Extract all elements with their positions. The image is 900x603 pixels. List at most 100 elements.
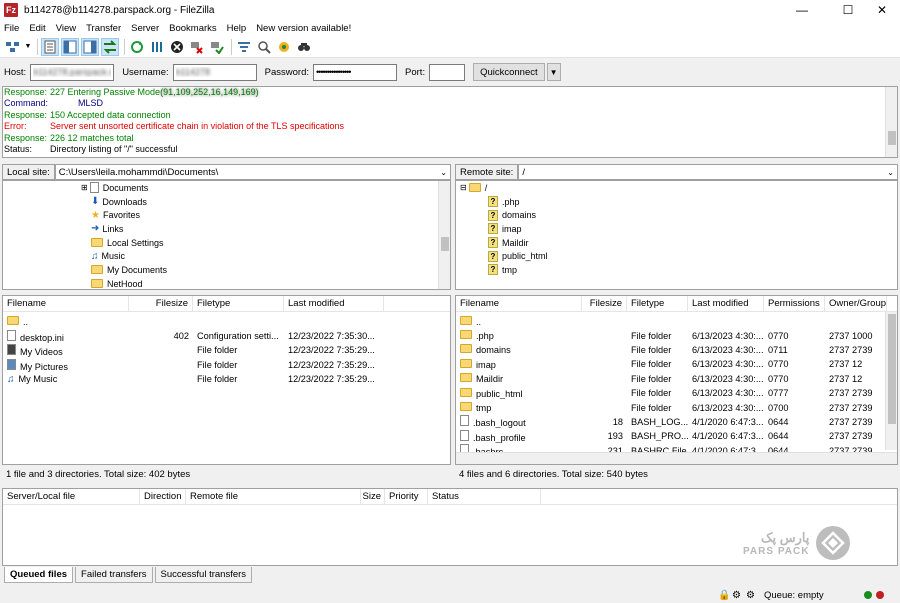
search-remote-files-icon[interactable] xyxy=(295,38,313,56)
file-row[interactable]: domains File folder 6/13/2023 4:30:... 0711… xyxy=(456,343,897,357)
directory-filter-icon[interactable] xyxy=(235,38,253,56)
toggle-local-tree-icon[interactable] xyxy=(61,37,79,56)
compare-directories-icon[interactable] xyxy=(275,38,293,56)
column-owner-group[interactable]: Owner/Group xyxy=(825,296,887,311)
menu-view[interactable]: View xyxy=(56,23,76,34)
file-row[interactable]: imap File folder 6/13/2023 4:30:... 0770 273… xyxy=(456,357,897,371)
column-filetype[interactable]: Filetype xyxy=(627,296,688,311)
tab-successful-transfers[interactable]: Successful transfers xyxy=(154,567,253,583)
host-input[interactable] xyxy=(30,63,115,81)
column-filetype[interactable]: Filetype xyxy=(193,296,284,311)
file-row[interactable]: .. xyxy=(3,314,450,328)
column-priority[interactable]: Priority xyxy=(385,489,428,504)
tree-item-php[interactable]: ? .php xyxy=(460,195,548,209)
port-input[interactable] xyxy=(429,63,466,81)
menu-edit[interactable]: Edit xyxy=(29,23,45,34)
toggle-sync-browsing-icon[interactable] xyxy=(255,38,273,56)
file-row[interactable]: .bash_profile 193 BASH_PRO... 4/1/2020 6:47… xyxy=(456,429,897,443)
tree-item-public-html[interactable]: ? public_html xyxy=(460,249,548,263)
menu-transfer[interactable]: Transfer xyxy=(86,23,121,34)
close-window-button[interactable]: ✕ xyxy=(862,0,900,20)
refresh-icon[interactable] xyxy=(128,38,146,56)
tree-item-maildir[interactable]: ? Maildir xyxy=(460,236,548,250)
toggle-transfer-queue-icon[interactable] xyxy=(101,37,119,56)
tree-item-my-documents[interactable]: My Documents xyxy=(81,263,167,277)
tree-item-downloads[interactable]: ⬇ Downloads xyxy=(81,195,167,209)
log-line: Command: MLSD xyxy=(4,98,104,109)
file-row[interactable]: tmp File folder 6/13/2023 4:30:... 0700 2737… xyxy=(456,400,897,414)
cancel-operation-icon[interactable] xyxy=(168,38,186,56)
column-direction[interactable]: Direction xyxy=(140,489,186,504)
file-row[interactable]: desktop.ini 402 Configuration setti... 12/2… xyxy=(3,329,450,343)
speed-limit-icon[interactable]: ⚙ xyxy=(746,590,755,601)
tree-item-tmp[interactable]: ? tmp xyxy=(460,263,548,277)
tree-item-documents[interactable]: ⊞ Documents xyxy=(81,181,167,195)
minimize-button[interactable]: — xyxy=(782,0,822,20)
quickconnect-button[interactable]: Quickconnect xyxy=(473,63,545,81)
tree-item-nethood[interactable]: NetHood xyxy=(81,277,167,289)
expand-icon: ⊞ xyxy=(81,183,88,193)
tree-item-links[interactable]: ➜ Links xyxy=(81,222,167,236)
tree-item-favorites[interactable]: ★ Favorites xyxy=(81,208,167,222)
process-queue-icon[interactable] xyxy=(148,38,166,56)
menu-bar: File Edit View Transfer Server Bookmarks… xyxy=(0,20,900,36)
column-last-modified[interactable]: Last modified xyxy=(688,296,764,311)
menu-new-version[interactable]: New version available! xyxy=(256,23,351,34)
menu-server[interactable]: Server xyxy=(131,23,159,34)
remote-list-scrollbar[interactable] xyxy=(885,312,897,450)
column-filesize[interactable]: Filesize xyxy=(129,296,193,311)
log-line: Response: 150 Accepted data connection xyxy=(4,109,171,120)
remote-directory-tree: ⊟ / ? .php ? domains ? imap ? Maildir ? public… xyxy=(455,180,898,290)
toggle-remote-tree-icon[interactable] xyxy=(81,37,99,56)
column-filesize[interactable]: Filesize xyxy=(582,296,627,311)
password-input[interactable] xyxy=(313,63,398,81)
tree-item-imap[interactable]: ? imap xyxy=(460,222,548,236)
folder-icon xyxy=(91,238,103,248)
disconnect-icon[interactable] xyxy=(188,38,206,56)
column-server-local-file[interactable]: Server/Local file xyxy=(3,489,140,504)
file-row[interactable]: Maildir File folder 6/13/2023 4:30:... 0770… xyxy=(456,372,897,386)
column-remote-file[interactable]: Remote file xyxy=(186,489,361,504)
tab-queued-files[interactable]: Queued files xyxy=(4,567,74,583)
file-row[interactable]: .bash_logout 18 BASH_LOG... 4/1/2020 6:47:3… xyxy=(456,415,897,429)
local-path-input[interactable]: C:\Users\leila.mohammdi\Documents\ ⌄ xyxy=(54,164,451,180)
tree-item-music[interactable]: ♫ Music xyxy=(81,249,167,263)
chevron-down-icon[interactable]: ⌄ xyxy=(887,168,894,177)
tree-item-root[interactable]: ⊟ / xyxy=(460,181,548,195)
folder-icon xyxy=(460,373,472,383)
tree-item-domains[interactable]: ? domains xyxy=(460,208,548,222)
remote-path-input[interactable]: / ⌄ xyxy=(518,164,898,180)
local-tree-scrollbar[interactable] xyxy=(438,181,450,289)
pictures-folder-icon xyxy=(7,358,16,370)
queue-header: Server/Local file Direction Remote file … xyxy=(3,489,897,505)
file-row[interactable]: .. xyxy=(456,314,897,328)
column-filename[interactable]: Filename xyxy=(456,296,582,311)
reconnect-icon[interactable] xyxy=(208,38,226,56)
tree-item-local-settings[interactable]: Local Settings xyxy=(81,236,167,250)
toggle-message-log-icon[interactable] xyxy=(41,37,59,56)
column-last-modified[interactable]: Last modified xyxy=(284,296,384,311)
file-row[interactable]: My Pictures File folder 12/23/2022 7:35:29… xyxy=(3,358,450,372)
column-permissions[interactable]: Permissions xyxy=(764,296,825,311)
log-scrollbar[interactable] xyxy=(885,87,897,157)
download-arrow-icon: ⬇ xyxy=(91,196,100,208)
site-manager-dropdown-icon[interactable]: ▼ xyxy=(24,38,32,56)
site-manager-icon[interactable] xyxy=(4,38,22,56)
recv-led-icon xyxy=(864,591,872,599)
chevron-down-icon[interactable]: ⌄ xyxy=(440,168,447,177)
file-row[interactable]: My Videos File folder 12/23/2022 7:35:29..… xyxy=(3,343,450,357)
column-size[interactable]: Size xyxy=(361,489,385,504)
remote-list-hscrollbar[interactable] xyxy=(456,452,897,464)
tab-failed-transfers[interactable]: Failed transfers xyxy=(75,567,153,583)
file-row[interactable]: ♫ My Music File folder 12/23/2022 7:35:29..… xyxy=(3,372,450,386)
file-row[interactable]: .php File folder 6/13/2023 4:30:... 0770 273… xyxy=(456,328,897,342)
menu-help[interactable]: Help xyxy=(227,23,247,34)
file-row[interactable]: public_html File folder 6/13/2023 4:30:...… xyxy=(456,386,897,400)
menu-bookmarks[interactable]: Bookmarks xyxy=(169,23,217,34)
column-status[interactable]: Status xyxy=(428,489,541,504)
quickconnect-history-dropdown[interactable]: ▼ xyxy=(546,63,561,81)
menu-file[interactable]: File xyxy=(4,23,19,34)
username-input[interactable] xyxy=(172,63,257,81)
column-filename[interactable]: Filename xyxy=(3,296,129,311)
folder-icon xyxy=(460,387,472,397)
